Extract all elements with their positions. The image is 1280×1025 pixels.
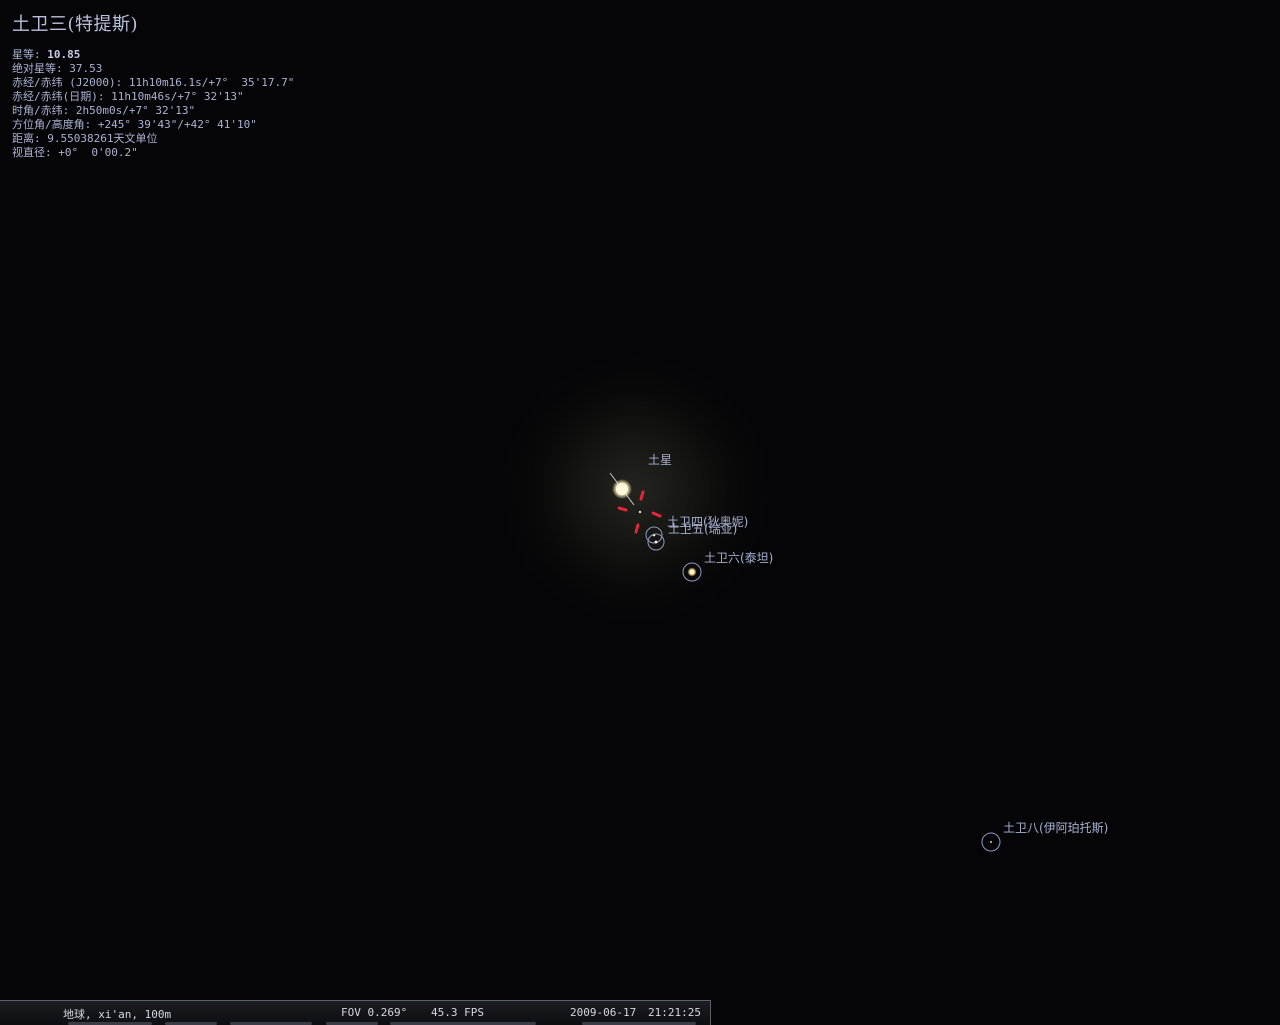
absolute-magnitude-row: 绝对星等: 37.53: [12, 62, 103, 75]
status-bar[interactable]: 地球, xi'an, 100m FOV 0.269° 45.3 FPS 2009…: [0, 1000, 711, 1025]
fps-text: 45.3 FPS: [431, 1006, 484, 1019]
magnitude-row: 星等: 10.85: [12, 48, 294, 62]
ra-dec-j2000-row: 赤经/赤纬 (J2000): 11h10m16.1s/+7° 35'17.7": [12, 76, 295, 89]
hour-angle-row: 时角/赤纬: 2h50m0s/+7° 32'13": [12, 104, 196, 117]
object-info-panel: 土卫三(特提斯) 星等: 10.85 绝对星等: 37.53 赤经/赤纬 (J2…: [12, 10, 294, 160]
magnitude-value: 10.85: [47, 48, 81, 61]
magnitude-label: 星等:: [12, 48, 48, 61]
saturn-label[interactable]: 土星: [648, 451, 672, 468]
titan-label[interactable]: 土卫六(泰坦): [704, 549, 773, 566]
ra-dec-date-row: 赤经/赤纬(日期): 11h10m46s/+7° 32'13": [12, 90, 244, 103]
location-text: 地球, xi'an, 100m: [63, 1008, 172, 1021]
object-title: 土卫三(特提斯): [12, 14, 139, 35]
rhea-label[interactable]: 土卫五(瑞亚): [668, 520, 737, 537]
saturn-halo: [490, 345, 780, 635]
tethys-point[interactable]: [638, 510, 642, 514]
iapetus-label[interactable]: 土卫八(伊阿珀托斯): [1003, 819, 1108, 836]
time-text: 21:21:25: [648, 1006, 701, 1019]
az-alt-row: 方位角/高度角: +245° 39'43"/+42° 41'10": [12, 118, 257, 131]
angular-size-row: 视直径: +0° 0'00.2": [12, 146, 138, 159]
distance-row: 距离: 9.55038261天文单位: [12, 132, 158, 145]
fov-text: FOV 0.269°: [341, 1006, 408, 1019]
iapetus-marker[interactable]: [981, 832, 1001, 852]
date-text: 2009-06-17: [570, 1006, 637, 1019]
